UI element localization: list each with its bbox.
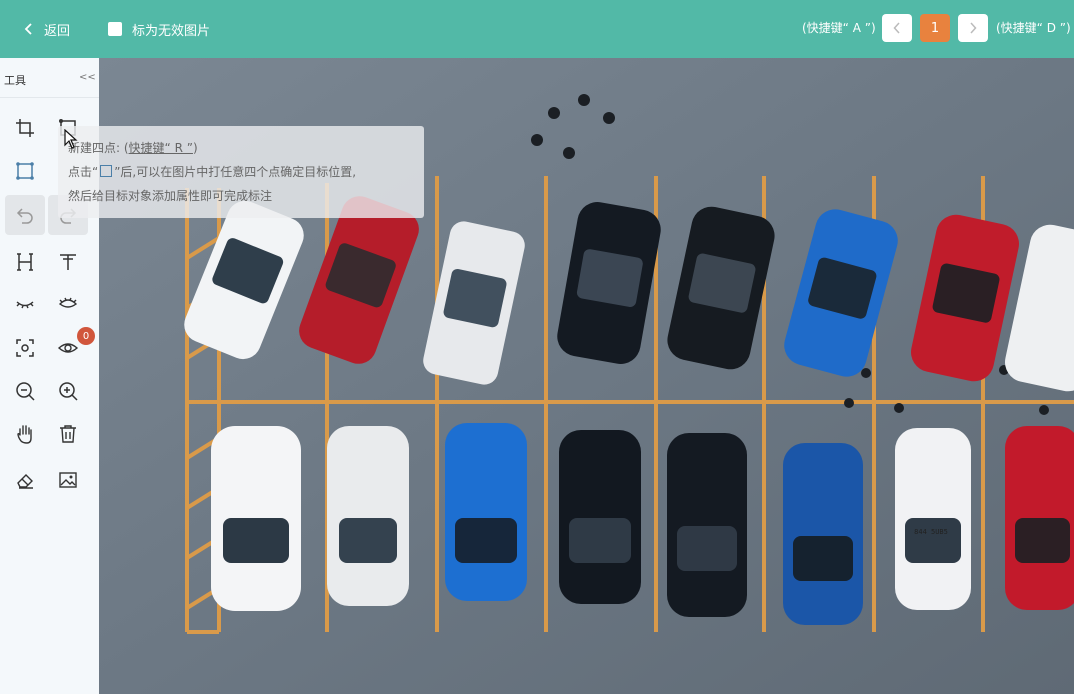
hand-icon — [17, 425, 32, 444]
image-icon — [59, 472, 77, 488]
zoom-out-icon — [16, 382, 35, 401]
collapse-sidebar-button[interactable]: << — [79, 72, 96, 83]
eye-icon — [57, 343, 79, 353]
tooltip-line-1: 新建四点: (快捷键“ R ”) — [68, 136, 414, 160]
zoom-out-button[interactable] — [5, 371, 45, 411]
tooltip-line-2: 点击“ ”后,可以在图片中打任意四个点确定目标位置, — [68, 160, 414, 184]
hidden-count-badge: 0 — [77, 327, 95, 345]
pan-tool-button[interactable] — [5, 414, 45, 454]
sidebar-divider — [0, 97, 99, 98]
focus-icon — [16, 339, 34, 357]
next-shortcut-hint: (快捷键“ D ”) — [996, 21, 1071, 35]
back-label: 返回 — [44, 23, 71, 39]
chevron-left-icon — [893, 22, 900, 34]
mouse-cursor-icon — [64, 129, 78, 149]
prev-shortcut-hint: (快捷键“ A ”) — [802, 21, 876, 35]
tool-tooltip: 新建四点: (快捷键“ R ”) 点击“ ”后,可以在图片中打任意四个点确定目标位… — [58, 126, 424, 218]
tooltip-click-prefix: 点击“ — [68, 165, 99, 179]
show-outline-button[interactable] — [48, 284, 88, 324]
zoom-in-button[interactable] — [48, 371, 88, 411]
image-settings-button[interactable] — [48, 460, 88, 500]
rectangle-icon — [100, 165, 113, 177]
delete-icon — [60, 425, 76, 443]
zoom-in-icon — [59, 382, 78, 401]
delete-button[interactable] — [48, 414, 88, 454]
chevron-right-icon — [970, 22, 977, 34]
mark-invalid-checkbox[interactable]: 标为无效图片 — [108, 18, 210, 40]
tooltip-title-end: ) — [192, 141, 198, 155]
text-icon — [60, 254, 76, 270]
top-toolbar: 返回 标为无效图片 (快捷键“ A ”) 1 (快捷键“ D ”) — [0, 0, 1074, 58]
eye-closed-icon — [16, 301, 34, 309]
crop-tool-button[interactable] — [5, 108, 45, 148]
eraser-icon — [17, 474, 33, 489]
page-number: 1 — [920, 14, 950, 42]
h-measure-tool-button[interactable] — [5, 242, 45, 282]
next-image-button[interactable] — [958, 14, 988, 42]
rectangle-icon — [16, 162, 34, 180]
checkbox-box[interactable] — [108, 22, 122, 36]
tooltip-shortcut: 快捷键“ R ” — [128, 141, 193, 155]
tooltip-click-desc: ”后,可以在图片中打任意四个点确定目标位置, — [114, 165, 357, 179]
license-plate: 844 5UB5 — [914, 528, 948, 536]
undo-button[interactable] — [5, 195, 45, 235]
tooltip-line-3: 然后给目标对象添加属性即可完成标注 — [68, 189, 273, 203]
eye-lashes-icon — [58, 297, 78, 308]
back-button[interactable]: 返回 — [18, 18, 70, 40]
chevron-left-icon — [18, 18, 40, 40]
focus-tool-button[interactable] — [5, 328, 45, 368]
rectangle-tool-button[interactable] — [5, 151, 45, 191]
undo-icon — [16, 208, 33, 224]
h-measure-icon — [17, 253, 33, 271]
eraser-tool-button[interactable] — [5, 460, 45, 500]
hide-labels-button[interactable] — [5, 284, 45, 324]
tools-title: 工具 — [4, 74, 26, 87]
prev-image-button[interactable] — [882, 14, 912, 42]
text-tool-button[interactable] — [48, 242, 88, 282]
crop-icon — [16, 119, 34, 137]
mark-invalid-label: 标为无效图片 — [132, 23, 211, 39]
